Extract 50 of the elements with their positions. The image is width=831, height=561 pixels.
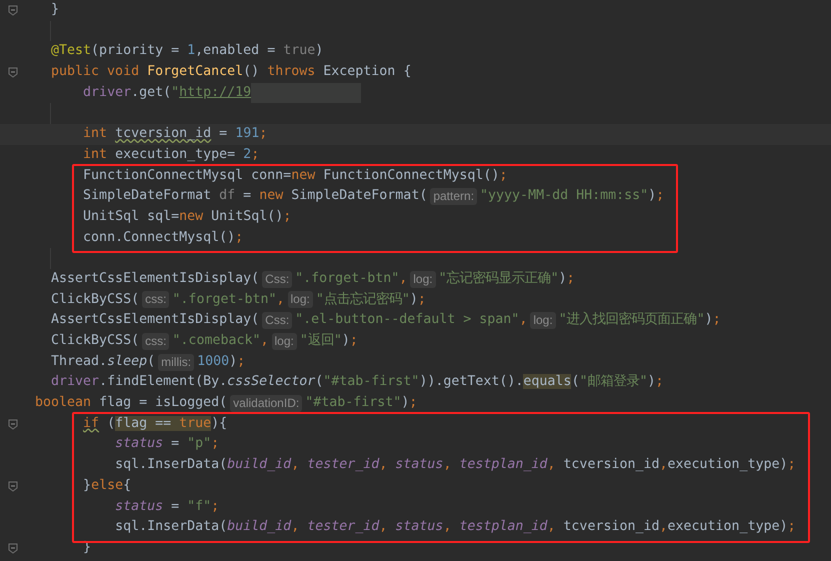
code-line: FunctionConnectMysql conn=new FunctionConnectMysql(); xyxy=(82,166,508,184)
fold-icon[interactable] xyxy=(8,542,18,554)
fold-icon[interactable] xyxy=(8,4,18,16)
parameter-hint: log: xyxy=(272,332,297,350)
fold-icon[interactable] xyxy=(8,418,18,430)
code-text: "点击忘记密码"); xyxy=(316,290,426,309)
code-line: public void ForgetCancel() throws Exception { xyxy=(50,63,412,82)
code-line: int execution_type= 2; xyxy=(82,146,260,164)
code-text: 1000); xyxy=(197,352,246,371)
parameter-hint: css: xyxy=(142,291,170,308)
fold-icon[interactable] xyxy=(8,66,18,78)
code-line: sql.InserData(build_id, tester_id, status, testplan_id, tcversion_id,execution_type); xyxy=(114,518,796,536)
code-text: driver.get("http://19 xyxy=(82,84,252,102)
parameter-hint: pattern: xyxy=(430,188,478,206)
code-text: ".forget-btn", xyxy=(295,270,408,288)
code-text: ClickByCSS( xyxy=(50,332,140,350)
code-text: "yyyy-MM-dd HH:mm:ss"); xyxy=(480,187,664,206)
code-line: status = "p"; xyxy=(114,435,220,454)
code-text: ClickByCSS( xyxy=(50,290,140,309)
code-line: driver.findElement(By.cssSelector("#tab-first")).getText().equals("邮箱登录"); xyxy=(50,373,664,392)
code-line: } xyxy=(50,1,60,19)
code-text: AssertCssElementIsDisplay( xyxy=(50,311,260,330)
code-text: ".forget-btn", xyxy=(172,290,285,309)
code-text: Thread.sleep( xyxy=(50,352,156,371)
parameter-hint: validationID: xyxy=(230,394,302,412)
code-line: UnitSql sql=new UnitSql(); xyxy=(82,208,292,226)
parameter-hint: Css: xyxy=(262,312,292,330)
code-text: "忘记密码显示正确"); xyxy=(438,270,575,288)
code-line: int tcversion_id = 191; xyxy=(82,125,268,144)
code-text: "返回"); xyxy=(300,332,358,350)
code-line: }else{ xyxy=(82,476,132,495)
code-text: ".el-button--default > span", xyxy=(295,311,528,330)
parameter-hint: Css: xyxy=(262,270,292,288)
code-text: SimpleDateFormat df = new SimpleDateFormat( xyxy=(82,187,428,206)
parameter-hint: millis: xyxy=(158,354,194,371)
code-line: status = "f"; xyxy=(114,498,220,516)
parameter-hint: log: xyxy=(530,312,556,330)
code-line: sql.InserData(build_id, tester_id, status, testplan_id, tcversion_id,execution_type); xyxy=(114,456,796,474)
code-text: ".comeback", xyxy=(172,332,268,350)
parameter-hint: css: xyxy=(142,332,170,350)
code-text: boolean flag = isLogged( xyxy=(35,394,228,412)
code-text: AssertCssElementIsDisplay( xyxy=(50,270,260,288)
code-line: conn.ConnectMysql(); xyxy=(82,228,244,247)
fold-icon[interactable] xyxy=(8,480,18,492)
parameter-hint: log: xyxy=(288,291,313,308)
code-line: if (flag == true){ xyxy=(82,414,228,433)
code-text: "进入找回密码页面正确"); xyxy=(558,310,721,330)
code-text: "#tab-first"); xyxy=(305,394,418,412)
parameter-hint: log: xyxy=(410,270,436,288)
code-line: @Test(priority = 1,enabled = true) xyxy=(50,42,324,60)
